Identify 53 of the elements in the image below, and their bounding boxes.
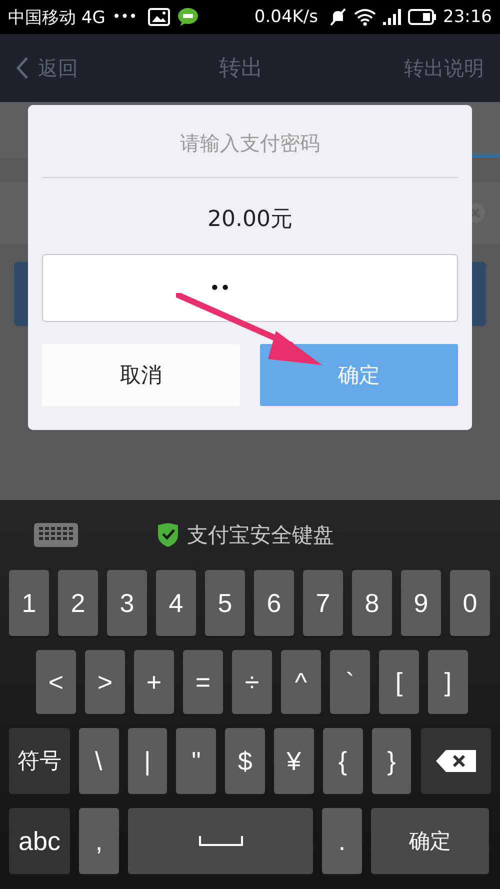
key[interactable]: ": [176, 728, 216, 794]
backspace-key[interactable]: [421, 728, 492, 794]
carrier-text: 中国移动 4G: [8, 6, 106, 28]
key[interactable]: \: [78, 728, 119, 794]
image-icon: [148, 8, 170, 26]
key[interactable]: ¥: [274, 728, 314, 794]
key[interactable]: 3: [107, 570, 147, 636]
key[interactable]: 1: [9, 570, 49, 636]
shield-check-icon: [157, 523, 179, 547]
key[interactable]: 9: [401, 570, 441, 636]
mode-key[interactable]: 符号: [9, 728, 70, 794]
backspace-icon: [436, 750, 476, 772]
key[interactable]: $: [225, 728, 265, 794]
cancel-button[interactable]: 取消: [42, 344, 240, 406]
key[interactable]: 2: [58, 570, 98, 636]
key[interactable]: =: [183, 650, 223, 714]
clock-text: 23:16: [443, 7, 492, 27]
enter-key[interactable]: 确定: [371, 808, 489, 874]
mute-icon: [329, 8, 347, 26]
key[interactable]: }: [372, 728, 412, 794]
password-field[interactable]: ••: [42, 254, 458, 322]
space-bar-icon: [198, 835, 244, 847]
key[interactable]: 5: [205, 570, 245, 636]
battery-icon: [408, 9, 436, 25]
key[interactable]: |: [128, 728, 168, 794]
key[interactable]: ]: [428, 650, 468, 714]
key[interactable]: ,: [79, 808, 119, 874]
dialog-title: 请输入支付密码: [179, 130, 321, 157]
key[interactable]: [: [379, 650, 419, 714]
mode-key[interactable]: abc: [9, 808, 70, 874]
key[interactable]: 7: [303, 570, 343, 636]
key[interactable]: .: [322, 808, 362, 874]
key[interactable]: 0: [450, 570, 490, 636]
key[interactable]: <: [36, 650, 76, 714]
network-speed-text: 0.04K/s: [254, 7, 318, 27]
key[interactable]: 6: [254, 570, 294, 636]
page-title: 转出: [218, 55, 264, 83]
key[interactable]: 4: [156, 570, 196, 636]
chat-bubble-icon: [177, 7, 200, 27]
key[interactable]: 8: [352, 570, 392, 636]
keyboard-title: 支付宝安全键盘: [187, 522, 334, 549]
key[interactable]: ^: [281, 650, 321, 714]
key[interactable]: +: [134, 650, 174, 714]
amount-text: 20.00元: [206, 206, 294, 234]
key[interactable]: >: [85, 650, 125, 714]
key[interactable]: `: [330, 650, 370, 714]
chevron-left-icon: [16, 57, 28, 79]
key[interactable]: ÷: [232, 650, 272, 714]
key[interactable]: {: [322, 728, 363, 794]
signal-icon: [383, 9, 401, 25]
more-text: •••: [112, 9, 138, 25]
keyboard-icon[interactable]: [33, 522, 79, 548]
wifi-icon: [354, 8, 376, 26]
